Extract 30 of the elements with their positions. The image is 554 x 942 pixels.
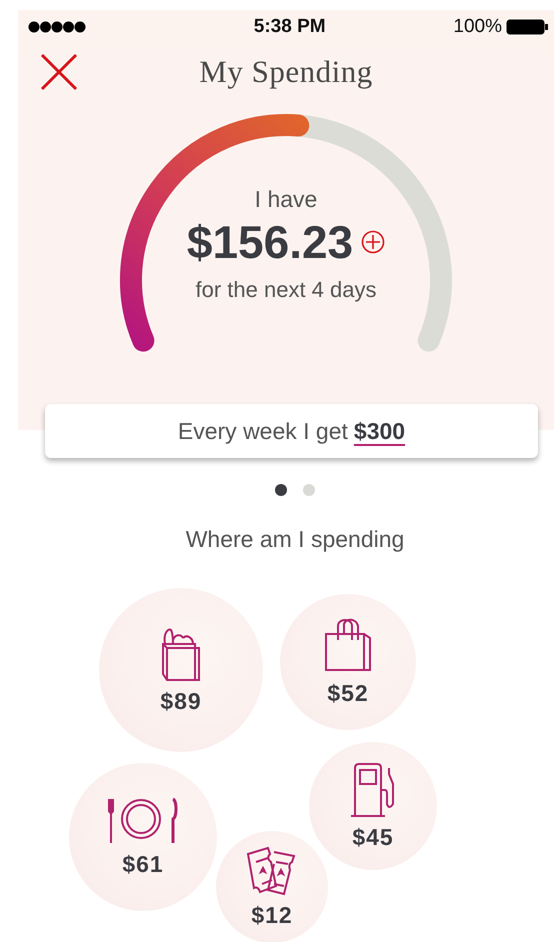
page-dot[interactable] bbox=[275, 484, 287, 496]
battery-icon bbox=[506, 19, 548, 35]
grocery-bag-icon bbox=[159, 626, 203, 682]
fuel-pump-icon bbox=[349, 762, 397, 818]
category-amount: $45 bbox=[352, 824, 394, 850]
battery-percent: 100% bbox=[453, 16, 502, 38]
add-icon[interactable] bbox=[361, 230, 386, 254]
category-amount: $52 bbox=[327, 680, 369, 706]
signal-icon bbox=[28, 21, 86, 33]
category-bubble[interactable]: $52 bbox=[280, 594, 416, 730]
close-icon[interactable] bbox=[40, 53, 78, 91]
category-amount: $89 bbox=[160, 688, 202, 714]
plate-cutlery-icon bbox=[107, 796, 179, 844]
category-bubble[interactable]: $89 bbox=[99, 588, 263, 752]
category-bubble[interactable]: $61 bbox=[69, 763, 217, 911]
category-bubble[interactable]: $12 bbox=[216, 831, 328, 942]
page-dot[interactable] bbox=[303, 484, 315, 496]
status-time: 5:38 PM bbox=[254, 16, 326, 38]
tickets-icon bbox=[246, 846, 298, 896]
gauge-subtitle: for the next 4 days bbox=[196, 277, 376, 303]
category-amount: $61 bbox=[122, 850, 164, 878]
section-title: Where am I spending bbox=[184, 526, 406, 553]
balance-amount: $156.23 bbox=[186, 215, 354, 269]
budget-amount-link[interactable]: $300 bbox=[354, 418, 406, 444]
category-amount: $12 bbox=[251, 902, 293, 928]
category-bubble[interactable]: $45 bbox=[309, 742, 437, 870]
gauge-label: I have bbox=[254, 186, 318, 213]
budget-text: Every week I get bbox=[178, 418, 348, 444]
shopping-bag-icon bbox=[324, 618, 372, 674]
screen-title: My Spending bbox=[198, 54, 374, 90]
